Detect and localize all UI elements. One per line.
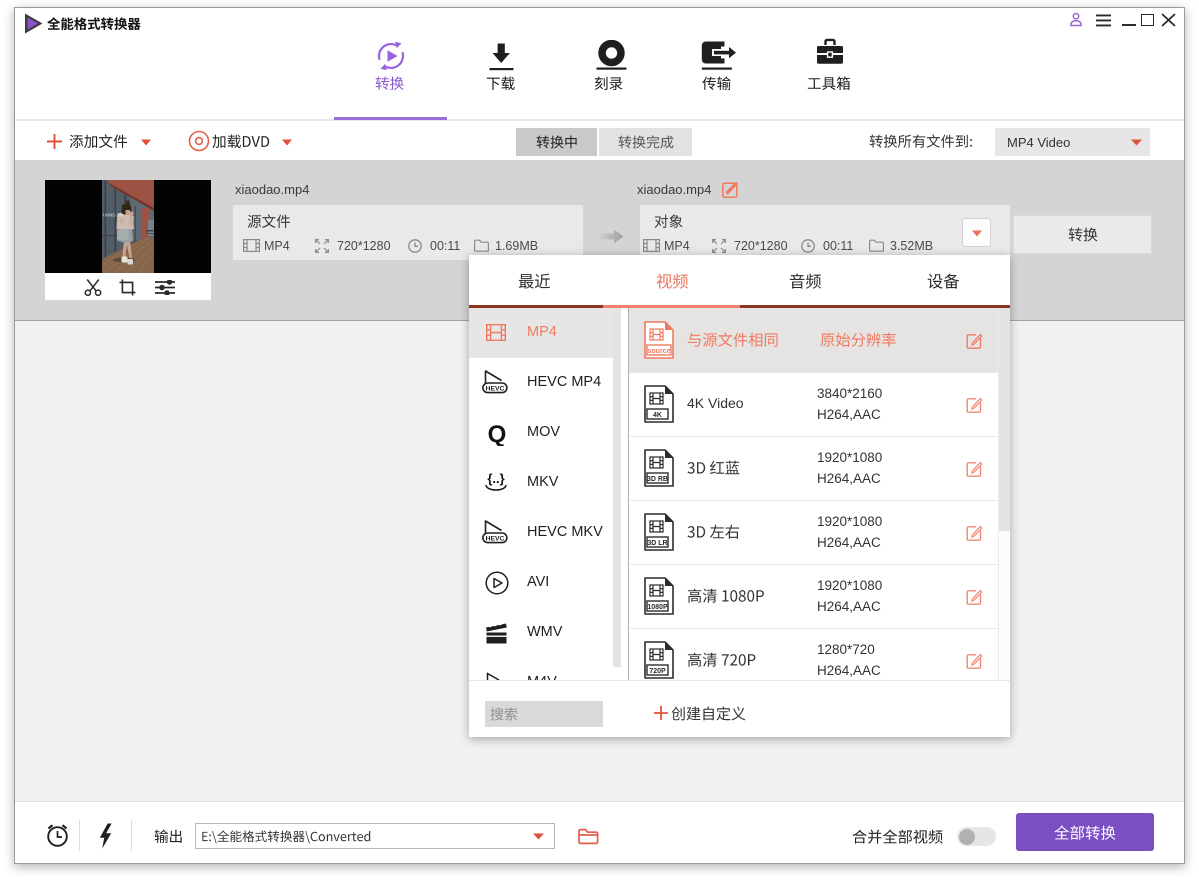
svg-text:I KING 2%: I KING 2%	[103, 213, 123, 218]
svg-text:HEVC: HEVC	[486, 386, 505, 393]
svg-text:4K: 4K	[653, 412, 662, 419]
svg-text:HEVC: HEVC	[486, 536, 505, 543]
svg-text:1080P: 1080P	[647, 604, 668, 611]
svg-text:720P: 720P	[649, 668, 666, 675]
svg-text:{..}: {..}	[487, 472, 504, 486]
svg-text:source: source	[648, 348, 671, 355]
svg-text:3D LR: 3D LR	[647, 540, 667, 547]
svg-text:Q: Q	[488, 421, 507, 446]
svg-text:3D RB: 3D RB	[647, 476, 668, 483]
